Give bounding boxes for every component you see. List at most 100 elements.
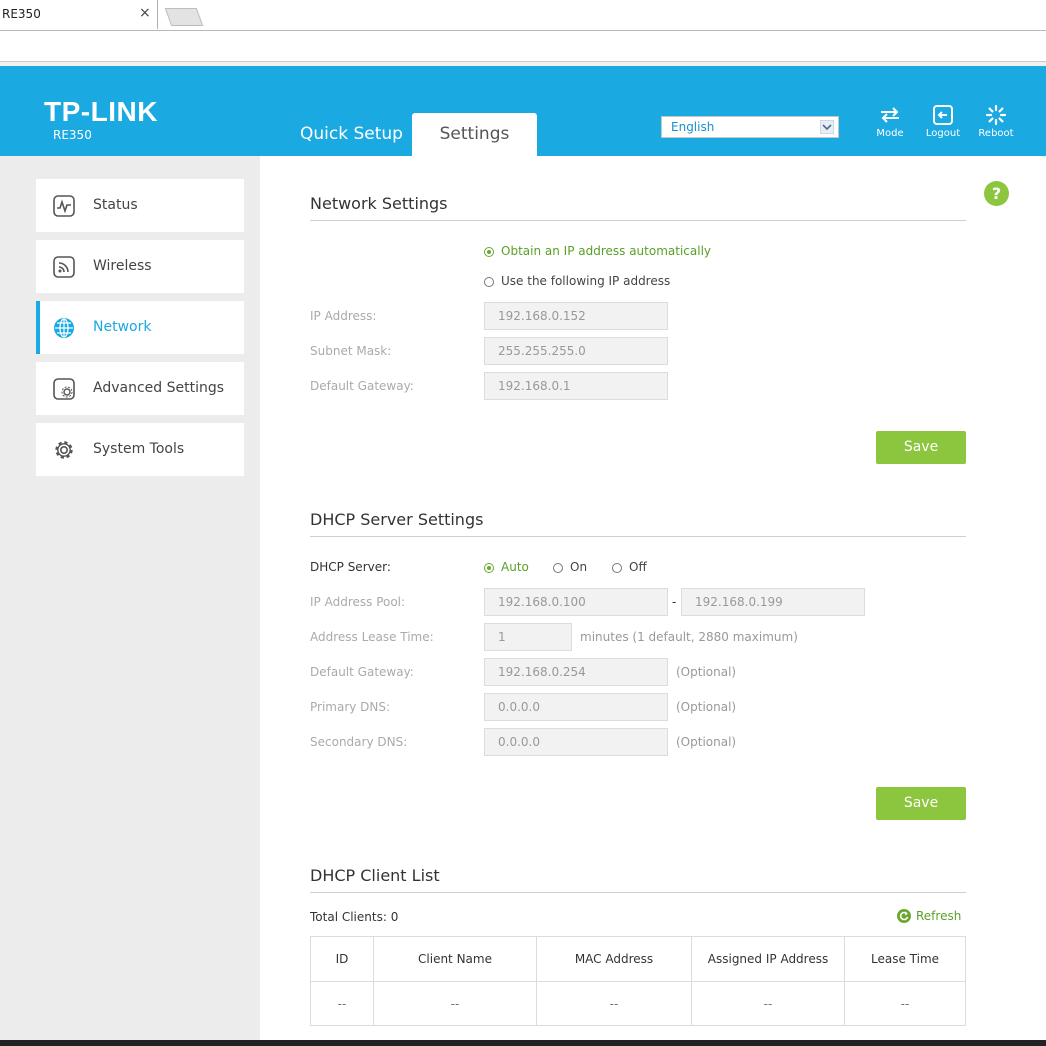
optional-note: (Optional) (676, 700, 737, 714)
radio-label: On (570, 560, 588, 574)
radio-dhcp-off[interactable]: Off (612, 560, 647, 574)
mode-label: Mode (876, 128, 904, 139)
radio-dhcp-auto[interactable]: Auto (484, 560, 529, 574)
column-header: Lease Time (844, 936, 966, 982)
radio-obtain-ip-auto[interactable]: Obtain an IP address automatically (484, 244, 711, 258)
sidebar-item-label: Status (93, 197, 138, 213)
dhcp-server-label: DHCP Server: (310, 560, 391, 574)
dhcp-save-button[interactable]: Save (876, 787, 966, 820)
radio-label: Auto (501, 560, 529, 574)
client-list-title: DHCP Client List (310, 866, 440, 885)
status-icon (53, 195, 75, 217)
radio-selected-icon (484, 563, 494, 573)
brand-logo: TP-LINK (44, 96, 158, 127)
globe-icon (54, 318, 74, 338)
network-save-button[interactable]: Save (876, 431, 966, 464)
sidebar: Status Wireless Network Advanced Setting… (0, 156, 260, 1046)
sidebar-item-system-tools[interactable]: System Tools (36, 423, 244, 476)
column-header: MAC Address (536, 936, 692, 982)
radio-label: Off (629, 560, 647, 574)
sidebar-item-advanced-settings[interactable]: Advanced Settings (36, 362, 244, 415)
table-cell: -- (691, 981, 845, 1026)
radio-label: Use the following IP address (501, 274, 671, 288)
secondary-dns-field[interactable]: 0.0.0.0 (484, 728, 668, 756)
main-content: ? Network Settings Obtain an IP address … (260, 156, 1046, 1046)
table-cell: -- (373, 981, 537, 1026)
taskbar-edge (0, 1040, 1046, 1046)
new-tab-button[interactable] (164, 8, 204, 26)
ip-pool-label: IP Address Pool: (310, 595, 406, 609)
close-icon[interactable]: × (139, 5, 151, 21)
divider (310, 536, 966, 537)
ip-pool-start-field[interactable]: 192.168.0.100 (484, 588, 668, 616)
refresh-icon (897, 909, 911, 923)
browser-tab[interactable]: RE350 × (0, 0, 158, 29)
radio-unselected-icon (553, 563, 563, 573)
radio-unselected-icon (484, 277, 494, 287)
sidebar-item-wireless[interactable]: Wireless (36, 240, 244, 293)
tab-settings[interactable]: Settings (412, 113, 537, 156)
lease-time-label: Address Lease Time: (310, 630, 434, 644)
table-cell: -- (536, 981, 692, 1026)
default-gateway-field[interactable]: 192.168.0.1 (484, 372, 668, 400)
total-clients: Total Clients: 0 (310, 910, 399, 924)
sidebar-item-network[interactable]: Network (36, 301, 244, 354)
column-header: ID (310, 936, 374, 982)
divider (310, 220, 966, 221)
ip-address-field[interactable]: 192.168.0.152 (484, 302, 668, 330)
primary-dns-field[interactable]: 0.0.0.0 (484, 693, 668, 721)
ip-pool-separator: - (672, 595, 677, 609)
table-row: -- -- -- -- -- (310, 981, 966, 1026)
subnet-mask-label: Subnet Mask: (310, 344, 392, 358)
lease-time-field[interactable]: 1 (484, 623, 572, 651)
reboot-label: Reboot (978, 128, 1014, 139)
language-select[interactable]: English (661, 116, 839, 138)
primary-dns-label: Primary DNS: (310, 700, 391, 714)
table-header-row: ID Client Name MAC Address Assigned IP A… (310, 936, 966, 982)
ip-address-label: IP Address: (310, 309, 377, 323)
browser-address-bar[interactable] (0, 31, 1046, 62)
help-icon[interactable]: ? (984, 181, 1009, 206)
radio-use-static-ip[interactable]: Use the following IP address (484, 274, 670, 288)
dhcp-gateway-label: Default Gateway: (310, 665, 414, 679)
logout-label: Logout (925, 128, 961, 139)
sidebar-item-label: Network (93, 319, 152, 335)
sidebar-item-label: System Tools (93, 441, 185, 457)
reboot-icon (985, 104, 1007, 126)
column-header: Client Name (373, 936, 537, 982)
radio-dhcp-on[interactable]: On (553, 560, 587, 574)
table-cell: -- (310, 981, 374, 1026)
refresh-label: Refresh (916, 909, 962, 923)
radio-label: Obtain an IP address automatically (501, 244, 712, 258)
gear-icon (55, 441, 73, 459)
model-name: RE350 (53, 128, 92, 142)
lease-time-note: minutes (1 default, 2880 maximum) (580, 630, 798, 644)
logout-button[interactable]: Logout (918, 104, 968, 139)
client-table: ID Client Name MAC Address Assigned IP A… (310, 936, 966, 1026)
ip-pool-end-field[interactable]: 192.168.0.199 (681, 588, 865, 616)
chevron-down-icon (820, 120, 834, 134)
secondary-dns-label: Secondary DNS: (310, 735, 408, 749)
optional-note: (Optional) (676, 665, 737, 679)
tab-quick-setup[interactable]: Quick Setup (300, 113, 403, 156)
browser-tab-title: RE350 (2, 7, 41, 21)
advanced-settings-icon (53, 378, 75, 400)
mode-icon (881, 107, 899, 123)
wireless-icon (53, 256, 75, 278)
app-header: TP-LINK RE350 Quick Setup Settings Engli… (0, 66, 1046, 156)
sidebar-item-label: Advanced Settings (93, 380, 225, 396)
sidebar-item-status[interactable]: Status (36, 179, 244, 232)
refresh-button[interactable]: Refresh (897, 909, 961, 923)
table-cell: -- (844, 981, 966, 1026)
reboot-button[interactable]: Reboot (971, 104, 1021, 139)
logout-icon (933, 105, 953, 125)
radio-selected-icon (484, 247, 494, 257)
column-header: Assigned IP Address (691, 936, 845, 982)
sidebar-item-label: Wireless (93, 258, 152, 274)
optional-note: (Optional) (676, 735, 737, 749)
subnet-mask-field[interactable]: 255.255.255.0 (484, 337, 668, 365)
dhcp-gateway-field[interactable]: 192.168.0.254 (484, 658, 668, 686)
mode-button[interactable]: Mode (865, 104, 915, 139)
language-value: English (671, 120, 715, 134)
network-settings-title: Network Settings (310, 194, 448, 213)
